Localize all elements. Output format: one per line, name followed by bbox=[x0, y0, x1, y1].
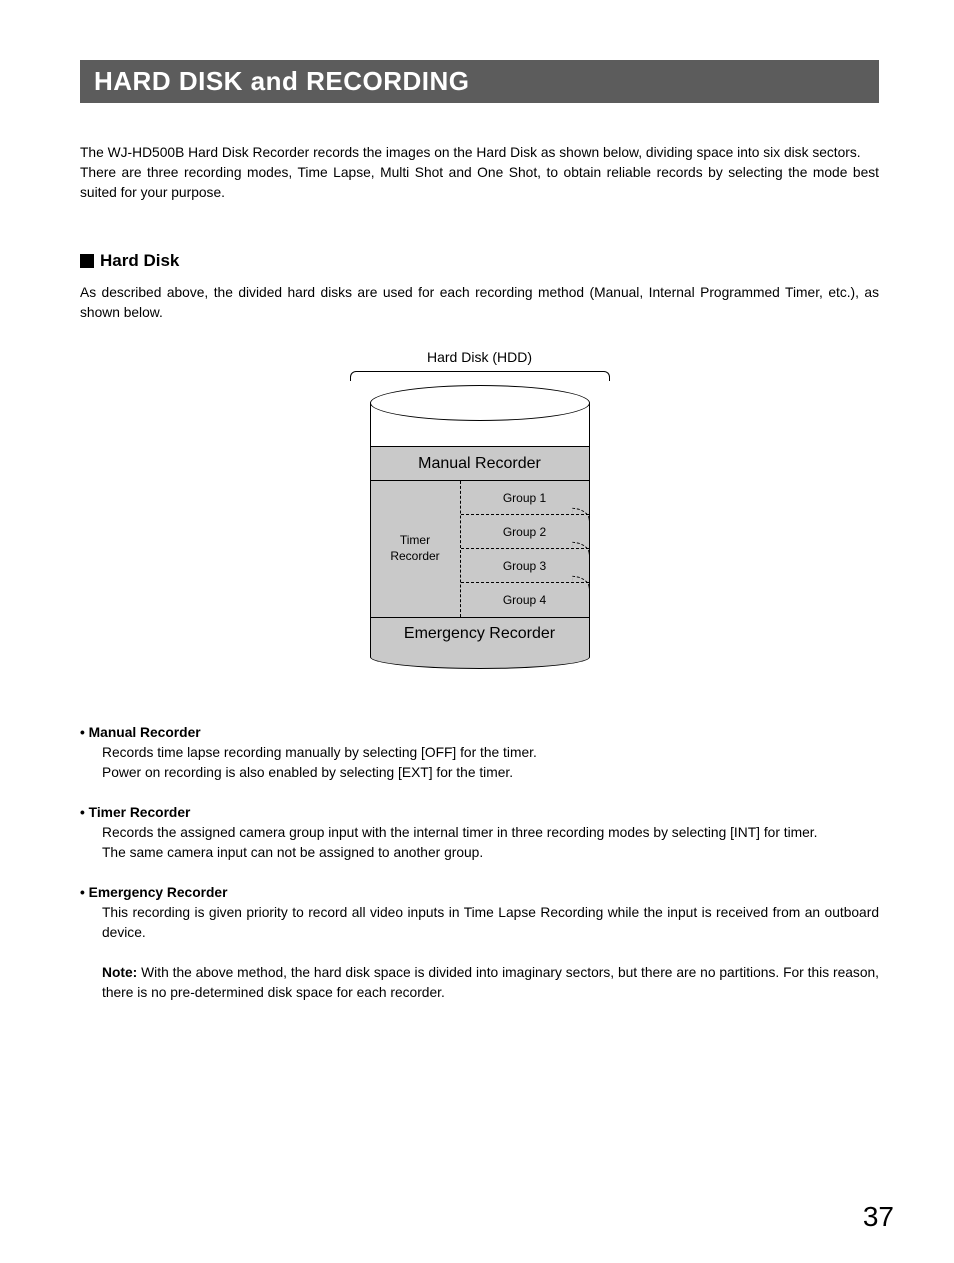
page-number: 37 bbox=[863, 1201, 894, 1233]
timer-recorder-item: Timer Recorder Records the assigned came… bbox=[80, 803, 879, 863]
hard-disk-section-head: Hard Disk bbox=[80, 251, 879, 271]
emergency-recorder-sector: Emergency Recorder bbox=[371, 618, 589, 650]
emergency-recorder-item: Emergency Recorder This recording is giv… bbox=[80, 883, 879, 943]
timer-recorder-body: Records the assigned camera group input … bbox=[102, 823, 879, 863]
brace-icon bbox=[350, 371, 610, 381]
hdd-label: Hard Disk (HDD) bbox=[350, 349, 610, 365]
hard-disk-subtext: As described above, the divided hard dis… bbox=[80, 283, 879, 323]
timer-recorder-label: Timer Recorder bbox=[371, 481, 461, 617]
emergency-recorder-head: Emergency Recorder bbox=[80, 883, 879, 903]
manual-recorder-head: Manual Recorder bbox=[80, 723, 879, 743]
manual-recorder-sector: Manual Recorder bbox=[371, 447, 589, 481]
hard-disk-heading: Hard Disk bbox=[100, 251, 179, 271]
bullet-square-icon bbox=[80, 254, 94, 268]
group-4-sector: Group 4 bbox=[461, 583, 589, 617]
note-text: With the above method, the hard disk spa… bbox=[102, 965, 879, 1000]
timer-recorder-sector: Timer Recorder Group 1 Group 2 Group 3 G… bbox=[371, 481, 589, 618]
note: Note: With the above method, the hard di… bbox=[80, 963, 879, 1003]
group-1-sector: Group 1 bbox=[461, 481, 589, 515]
cylinder-icon: Manual Recorder Timer Recorder Group 1 G… bbox=[370, 385, 590, 669]
intro-text: The WJ-HD500B Hard Disk Recorder records… bbox=[80, 143, 879, 203]
recorder-descriptions: Manual Recorder Records time lapse recor… bbox=[80, 723, 879, 1003]
page-title: HARD DISK and RECORDING bbox=[94, 66, 470, 96]
hdd-diagram: Hard Disk (HDD) Manual Recorder Timer Re… bbox=[80, 349, 879, 669]
manual-recorder-item: Manual Recorder Records time lapse recor… bbox=[80, 723, 879, 783]
group-3-sector: Group 3 bbox=[461, 549, 589, 583]
timer-recorder-head: Timer Recorder bbox=[80, 803, 879, 823]
emergency-recorder-body: This recording is given priority to reco… bbox=[102, 903, 879, 943]
manual-recorder-body: Records time lapse recording manually by… bbox=[102, 743, 879, 783]
note-label: Note: bbox=[102, 965, 137, 980]
page-title-bar: HARD DISK and RECORDING bbox=[80, 60, 879, 103]
group-2-sector: Group 2 bbox=[461, 515, 589, 549]
